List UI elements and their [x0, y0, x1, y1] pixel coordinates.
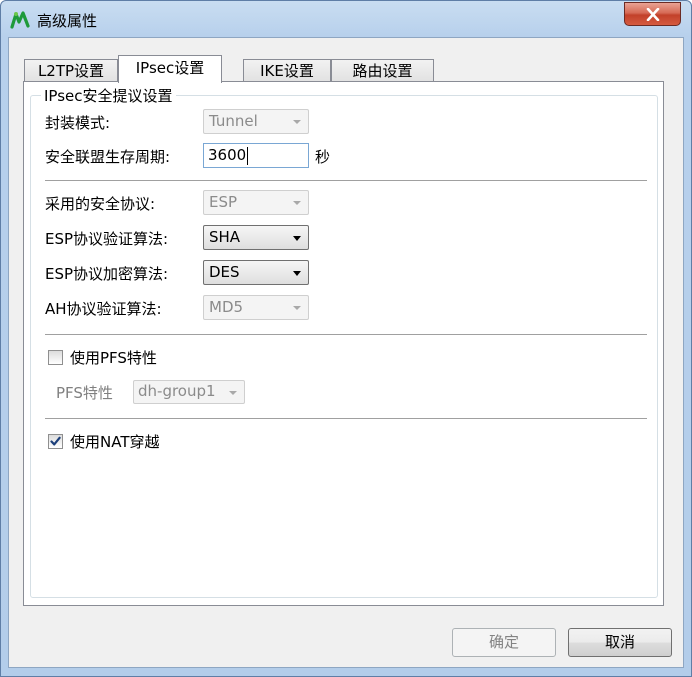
chevron-down-icon	[229, 391, 237, 395]
lifetime-label: 安全联盟生存周期:	[45, 148, 171, 166]
chevron-down-icon	[293, 201, 301, 205]
checkmark-icon	[50, 436, 61, 446]
pfs-select-label: PFS特性	[56, 384, 113, 402]
encapsulation-value: Tunnel	[209, 112, 258, 130]
group-title: IPsec安全提议设置	[41, 85, 176, 106]
chevron-down-icon	[293, 236, 301, 241]
title-bar[interactable]: 高级属性	[1, 1, 691, 37]
esp-enc-label: ESP协议加密算法:	[45, 265, 169, 283]
pfs-checkbox[interactable]	[48, 350, 63, 365]
tab-ike[interactable]: IKE设置	[243, 59, 331, 82]
protocol-select: ESP	[203, 190, 309, 215]
separator	[45, 180, 647, 182]
close-icon	[646, 8, 660, 21]
tab-ipsec[interactable]: IPsec设置	[118, 55, 222, 83]
protocol-label: 采用的安全协议:	[45, 195, 156, 213]
protocol-value: ESP	[209, 193, 238, 211]
nat-checkbox[interactable]	[48, 434, 63, 449]
tab-panel: IPsec安全提议设置 封装模式: Tunnel 安全联盟生存周期: 3600 …	[23, 81, 664, 606]
ah-auth-label: AH协议验证算法:	[45, 300, 162, 318]
close-button[interactable]	[624, 2, 681, 26]
nat-checkbox-label[interactable]: 使用NAT穿越	[70, 431, 159, 452]
pfs-select: dh-group1	[133, 380, 245, 404]
esp-auth-value: SHA	[209, 228, 241, 246]
pfs-select-value: dh-group1	[138, 382, 216, 400]
ah-auth-value: MD5	[209, 298, 244, 316]
pfs-checkbox-label[interactable]: 使用PFS特性	[70, 347, 157, 368]
lifetime-value: 3600	[208, 146, 247, 164]
ok-button[interactable]: 确定	[452, 628, 556, 657]
lifetime-input[interactable]: 3600	[203, 143, 309, 168]
chevron-down-icon	[293, 271, 301, 276]
separator	[45, 418, 647, 420]
window-title: 高级属性	[37, 12, 98, 30]
text-caret	[247, 147, 248, 165]
chevron-down-icon	[293, 306, 301, 310]
separator	[45, 334, 647, 336]
encapsulation-select: Tunnel	[203, 109, 309, 134]
esp-enc-select[interactable]: DES	[203, 260, 309, 285]
cancel-button[interactable]: 取消	[568, 628, 672, 657]
chevron-down-icon	[293, 120, 301, 124]
dialog-client: L2TP设置 IPsec设置 IKE设置 路由设置 IPsec安全提议设置 封装…	[8, 37, 684, 668]
tab-l2tp[interactable]: L2TP设置	[24, 59, 118, 82]
esp-auth-label: ESP协议验证算法:	[45, 230, 169, 248]
app-icon	[10, 11, 30, 29]
tab-routing[interactable]: 路由设置	[331, 59, 434, 82]
ah-auth-select: MD5	[203, 295, 309, 320]
lifetime-unit: 秒	[315, 148, 331, 166]
dialog-window: 高级属性 L2TP设置 IPsec设置 IKE设置 路由设置 IPsec安全提议…	[0, 0, 692, 677]
esp-enc-value: DES	[209, 263, 240, 281]
encapsulation-label: 封装模式:	[45, 114, 111, 132]
esp-auth-select[interactable]: SHA	[203, 225, 309, 250]
